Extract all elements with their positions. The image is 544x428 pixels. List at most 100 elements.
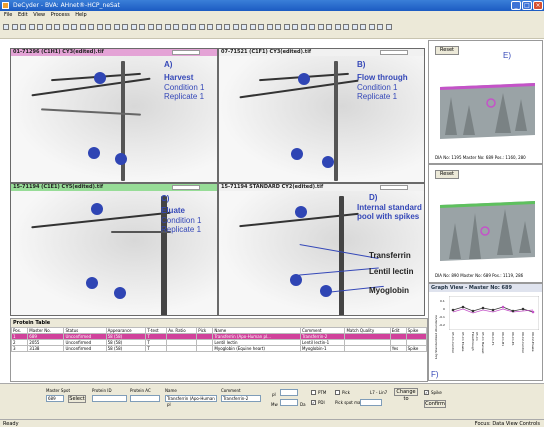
toolbar-button-icon[interactable]	[241, 24, 247, 30]
spot-marker[interactable]	[115, 153, 127, 165]
spot-marker[interactable]	[94, 72, 106, 84]
toolbar-button-icon[interactable]	[37, 24, 43, 30]
toolbar-button-icon[interactable]	[88, 24, 94, 30]
toolbar-button-icon[interactable]	[28, 24, 35, 30]
select-button[interactable]: Select	[68, 395, 86, 403]
confirm-button[interactable]: Confirm	[424, 400, 446, 408]
3d-view-bottom[interactable]: Reset DIA No: 890 Master No: 689 Pos.: 1…	[428, 164, 543, 283]
comment-field[interactable]: Transferrin-2	[221, 395, 261, 402]
spot-marker[interactable]	[291, 148, 303, 160]
menu-file[interactable]: File	[4, 12, 12, 18]
3d-surface-top[interactable]	[435, 65, 540, 145]
toolbar-button-icon[interactable]	[164, 24, 171, 30]
toolbar-button-icon[interactable]	[334, 24, 341, 30]
graph-plot-area[interactable]	[449, 296, 539, 330]
ptm-checkbox[interactable]	[311, 390, 316, 395]
menu-view[interactable]: View	[33, 12, 45, 18]
toolbar-button-icon[interactable]	[79, 24, 86, 30]
protein-id-field[interactable]	[92, 395, 127, 402]
gel-image-c[interactable]	[11, 191, 217, 315]
toolbar-button-icon[interactable]	[343, 24, 349, 30]
toolbar-button-icon[interactable]	[258, 24, 264, 30]
gel-dropdown-b[interactable]	[380, 50, 408, 55]
toolbar-button-icon[interactable]	[45, 24, 52, 30]
toolbar-button-icon[interactable]	[326, 24, 332, 30]
toolbar-button-icon[interactable]	[54, 24, 60, 30]
toolbar-button-icon[interactable]	[249, 24, 256, 30]
change-to-button[interactable]: Change to	[394, 388, 418, 402]
master-spot-field[interactable]: 689	[46, 395, 64, 402]
pi-field[interactable]	[280, 389, 298, 396]
gel-dropdown-d[interactable]	[380, 185, 408, 190]
toolbar-button-icon[interactable]	[317, 24, 324, 30]
gel-panel-b[interactable]: 07-71521 (C1F1) CY3(edited).tif B) Flow …	[218, 48, 425, 183]
spot-marker[interactable]	[86, 277, 98, 289]
spot-marker[interactable]	[290, 274, 302, 286]
toolbar-button-icon[interactable]	[232, 24, 239, 30]
toolbar-button-icon[interactable]	[96, 24, 103, 30]
spot-marker[interactable]	[114, 287, 126, 299]
toolbar-button-icon[interactable]	[292, 24, 298, 30]
toolbar-button-icon[interactable]	[198, 24, 205, 30]
toolbar-button-icon[interactable]	[190, 24, 196, 30]
toolbar-button-icon[interactable]	[173, 24, 179, 30]
toolbar-button-icon[interactable]	[139, 24, 145, 30]
toolbar-button-icon[interactable]	[156, 24, 162, 30]
toolbar-button-icon[interactable]	[105, 24, 111, 30]
toolbar-button-icon[interactable]	[309, 24, 315, 30]
menu-help[interactable]: Help	[75, 12, 86, 18]
gel-panel-d[interactable]: 15-71194 STANDARD CY2(edited).tif D) Int…	[218, 183, 425, 316]
pick-checkbox[interactable]	[335, 390, 340, 395]
toolbar-button-icon[interactable]	[377, 24, 383, 30]
reset-button-bottom[interactable]: Reset	[435, 170, 459, 179]
toolbar-button-icon[interactable]	[62, 24, 69, 30]
toolbar-button-icon[interactable]	[122, 24, 128, 30]
toolbar-button-icon[interactable]	[20, 24, 26, 30]
menu-edit[interactable]: Edit	[18, 12, 28, 18]
pick-spot-map-field[interactable]	[360, 399, 382, 406]
menu-process[interactable]: Process	[51, 12, 70, 18]
toolbar-button-icon[interactable]	[113, 24, 120, 30]
toolbar-button-icon[interactable]	[11, 24, 18, 30]
toolbar-button-icon[interactable]	[360, 24, 366, 30]
minimize-button[interactable]: _	[511, 1, 521, 10]
protein-table-title: Protein Table	[11, 319, 427, 327]
toolbar-button-icon[interactable]	[266, 24, 273, 30]
table-row[interactable]: 3 3138 Unconfirmed 58 (58) T Myoglobin (Equin…	[10, 345, 428, 352]
toolbar-button-icon[interactable]	[351, 24, 358, 30]
toolbar-button-icon[interactable]	[224, 24, 230, 30]
gel-dropdown-a[interactable]	[172, 50, 200, 55]
toolbar-button-icon[interactable]	[71, 24, 77, 30]
toolbar-button-icon[interactable]	[385, 24, 392, 30]
toolbar-button-icon[interactable]	[283, 24, 290, 30]
spot-marker[interactable]	[320, 285, 332, 297]
spot-marker[interactable]	[91, 203, 103, 215]
toolbar-button-icon[interactable]	[215, 24, 222, 30]
toolbar-button-icon[interactable]	[147, 24, 154, 30]
toolbar-button-icon[interactable]	[275, 24, 281, 30]
toolbar-button-icon[interactable]	[3, 24, 9, 30]
toolbar-button-icon[interactable]	[207, 24, 213, 30]
reset-button-top[interactable]: Reset	[435, 46, 459, 55]
gel-filename-b: 07-71521 (C1F1) CY3(edited).tif	[221, 49, 312, 55]
toolbar-button-icon[interactable]	[181, 24, 188, 30]
pdi-checkbox[interactable]: ✓	[311, 400, 316, 405]
gel-panel-a[interactable]: 01-71296 (C1H1) CY3(edited).tif A) Harve…	[10, 48, 218, 183]
spot-marker[interactable]	[298, 73, 310, 85]
toolbar-button-icon[interactable]	[368, 24, 375, 30]
spike-checkbox[interactable]: ✓	[424, 390, 429, 395]
protein-ac-field[interactable]	[130, 395, 160, 402]
toolbar-button-icon[interactable]	[130, 24, 137, 30]
gel-panel-c[interactable]: 15-71194 (C1E1) CY5(edited).tif C) Eluat…	[10, 183, 218, 316]
name-field[interactable]: Transferrin (Apo-Human pl	[165, 395, 217, 407]
3d-surface-bottom[interactable]	[435, 183, 540, 265]
gel-dropdown-c[interactable]	[172, 185, 200, 190]
spot-marker[interactable]	[88, 147, 100, 159]
spot-marker[interactable]	[322, 156, 334, 168]
toolbar-button-icon[interactable]	[300, 24, 307, 30]
mw-field[interactable]	[280, 399, 298, 406]
maximize-button[interactable]: □	[522, 1, 532, 10]
close-button[interactable]: ×	[533, 1, 543, 10]
spot-marker[interactable]	[295, 206, 307, 218]
3d-view-top[interactable]: Reset E) DIA No: 1195 Master No: 689 Pos…	[428, 40, 543, 164]
